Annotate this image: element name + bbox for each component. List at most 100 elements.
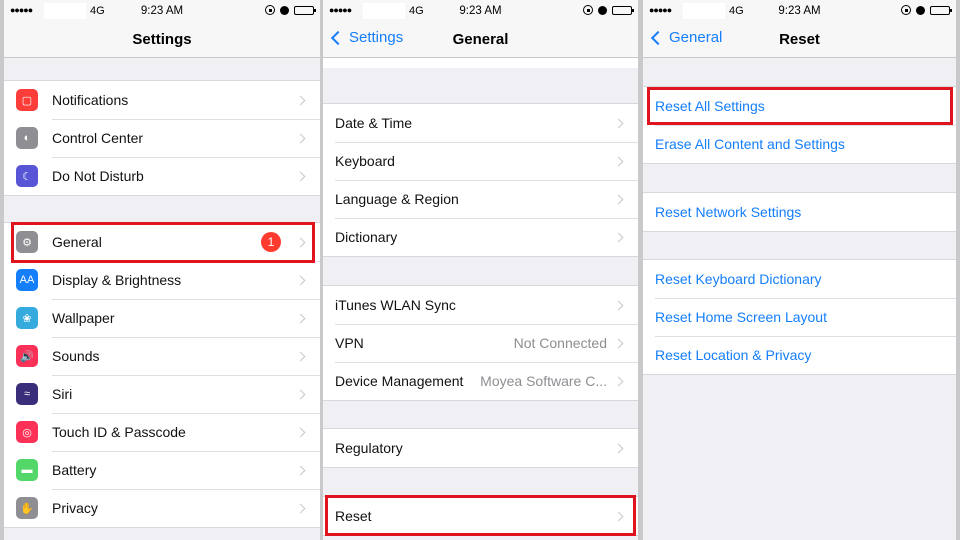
fingerprint-icon: ◎ [16, 421, 38, 443]
item-label: Wallpaper [52, 310, 115, 326]
chevron-right-icon [613, 232, 624, 242]
settings-item-privacy[interactable]: ✋ Privacy [4, 489, 320, 527]
general-group-4: Reset [323, 496, 638, 536]
item-label: Dictionary [335, 229, 398, 245]
siri-icon: ≈ [16, 383, 38, 405]
general-group-2: iTunes WLAN Sync VPN Not Connected Device M… [323, 285, 638, 401]
item-label: Reset All Settings [655, 98, 765, 114]
general-item-vpn[interactable]: VPN Not Connected [323, 324, 638, 362]
chevron-right-icon [613, 300, 624, 310]
page-title: General [452, 31, 509, 48]
status-bar: ●●●●● 4G 9:23 AM [323, 0, 638, 22]
settings-group-1: ▢ Notifications ◐ Control Center ☾ Do Not Dis… [4, 80, 320, 196]
chevron-right-icon [295, 503, 306, 513]
battery-status-icon [294, 5, 316, 15]
reset-option-reset-network-settings[interactable]: Reset Network Settings [643, 193, 956, 231]
settings-item-siri[interactable]: ≈ Siri [4, 375, 320, 413]
item-label: Keyboard [335, 153, 395, 169]
display-brightness-icon: AA [16, 269, 38, 291]
general-item-reset[interactable]: Reset [323, 497, 638, 535]
reset-option-erase-all-content-and-settings[interactable]: Erase All Content and Settings [643, 125, 956, 163]
control-center-icon: ◐ [16, 127, 38, 149]
item-label: Reset Network Settings [655, 204, 802, 220]
battery-status-icon [930, 5, 952, 15]
moon-icon: ☾ [16, 165, 38, 187]
chevron-right-icon [613, 194, 624, 204]
item-label: Reset Home Screen Layout [655, 309, 827, 325]
general-item-regulatory[interactable]: Regulatory [323, 429, 638, 467]
item-label: VPN [335, 335, 364, 351]
general-item-keyboard[interactable]: Keyboard [323, 142, 638, 180]
item-label: Control Center [52, 130, 144, 146]
general-group-1: Date & Time Keyboard Language & Region Dict… [323, 103, 638, 257]
item-value: Moyea Software C... [480, 373, 607, 389]
chevron-right-icon [613, 443, 624, 453]
item-value: Not Connected [513, 335, 607, 351]
reset-group-1: Reset All Settings Erase All Content and … [643, 86, 956, 164]
chevron-right-icon [295, 95, 306, 105]
item-label: Reset Location & Privacy [655, 347, 812, 363]
notifications-icon: ▢ [16, 89, 38, 111]
reset-option-reset-home-screen-layout[interactable]: Reset Home Screen Layout [643, 298, 956, 336]
reset-option-reset-location-and-privacy[interactable]: Reset Location & Privacy [643, 336, 956, 374]
page-title: Reset [779, 31, 820, 48]
settings-item-control-center[interactable]: ◐ Control Center [4, 119, 320, 157]
wallpaper-icon: ❀ [16, 307, 38, 329]
chevron-right-icon [613, 376, 624, 386]
item-label: Date & Time [335, 115, 413, 131]
item-label: Erase All Content and Settings [655, 136, 845, 152]
status-bar: ●●●●● 4G 9:23 AM [4, 0, 320, 22]
reset-group-2: Reset Network Settings [643, 192, 956, 232]
orientation-lock-icon [265, 5, 275, 15]
nav-bar: General Reset [643, 22, 956, 58]
settings-screen: ●●●●● 4G 9:23 AM Settings ▢ Notifications… [4, 0, 320, 540]
item-label: Language & Region [335, 191, 459, 207]
settings-item-wallpaper[interactable]: ❀ Wallpaper [4, 299, 320, 337]
battery-status-icon [612, 5, 634, 15]
item-label: Reset Keyboard Dictionary [655, 271, 822, 287]
general-item-dictionary[interactable]: Dictionary [323, 218, 638, 256]
settings-item-sounds[interactable]: 🔊 Sounds [4, 337, 320, 375]
chevron-right-icon [295, 133, 306, 143]
alarm-icon [916, 5, 925, 15]
page-title: Settings [132, 31, 192, 48]
general-item-device-management[interactable]: Device Management Moyea Software C... [323, 362, 638, 400]
speaker-icon: 🔊 [16, 345, 38, 367]
item-label: Touch ID & Passcode [52, 424, 186, 440]
settings-item-touch-id-and-passcode[interactable]: ◎ Touch ID & Passcode [4, 413, 320, 451]
chevron-right-icon [295, 237, 306, 247]
chevron-right-icon [295, 465, 306, 475]
settings-item-do-not-disturb[interactable]: ☾ Do Not Disturb [4, 157, 320, 195]
settings-item-display-and-brightness[interactable]: AA Display & Brightness [4, 261, 320, 299]
notification-badge: 1 [261, 232, 281, 252]
chevron-right-icon [295, 389, 306, 399]
general-group-3: Regulatory [323, 428, 638, 468]
item-label: Reset [335, 508, 372, 524]
status-bar: ●●●●● 4G 9:23 AM [643, 0, 956, 22]
chevron-right-icon [295, 313, 306, 323]
item-label: Do Not Disturb [52, 168, 144, 184]
reset-group-3: Reset Keyboard Dictionary Reset Home Scre… [643, 259, 956, 375]
orientation-lock-icon [901, 5, 911, 15]
item-label: Regulatory [335, 440, 403, 456]
general-item-language-and-region[interactable]: Language & Region [323, 180, 638, 218]
nav-bar: Settings General [323, 22, 638, 58]
settings-item-general[interactable]: ⚙ General 1 [4, 223, 320, 261]
item-label: Battery [52, 462, 97, 478]
general-item-date-and-time[interactable]: Date & Time [323, 104, 638, 142]
alarm-icon [280, 5, 289, 15]
settings-item-notifications[interactable]: ▢ Notifications [4, 81, 320, 119]
item-label: Device Management [335, 373, 464, 389]
chevron-right-icon [295, 427, 306, 437]
reset-option-reset-all-settings[interactable]: Reset All Settings [643, 87, 956, 125]
item-label: Siri [52, 386, 73, 402]
reset-option-reset-keyboard-dictionary[interactable]: Reset Keyboard Dictionary [643, 260, 956, 298]
chevron-right-icon [613, 118, 624, 128]
reset-screen: ●●●●● 4G 9:23 AM General Reset Reset All… [643, 0, 956, 540]
battery-icon: ▬ [16, 459, 38, 481]
settings-item-battery[interactable]: ▬ Battery [4, 451, 320, 489]
orientation-lock-icon [583, 5, 593, 15]
item-label: iTunes WLAN Sync [335, 297, 456, 313]
item-label: Notifications [52, 92, 129, 108]
general-item-itunes-wlan-sync[interactable]: iTunes WLAN Sync [323, 286, 638, 324]
